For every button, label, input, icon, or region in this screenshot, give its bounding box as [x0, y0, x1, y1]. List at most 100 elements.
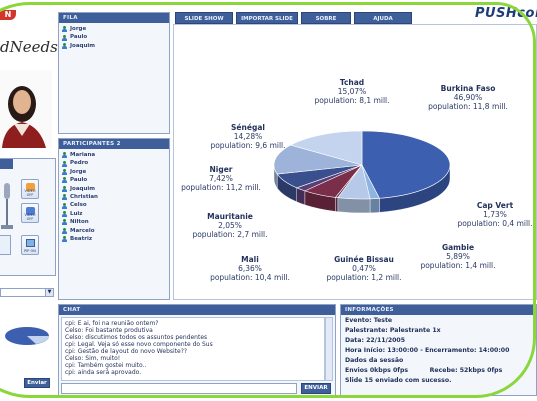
info-date: Data: 22/11/2005 — [345, 337, 406, 344]
user-icon — [62, 194, 67, 201]
fila-user[interactable]: Paulo — [62, 33, 166, 41]
fila-panel: FILA Jorge Paulo Joaquim — [58, 12, 170, 134]
chat-message: Celso: discutimos todos os assuntos pend… — [65, 334, 208, 341]
chat-title: CHAT — [59, 305, 335, 315]
chat-message: cpi: ainda será aprovado. — [65, 369, 142, 376]
fila-user[interactable]: Joaquim — [62, 42, 166, 50]
info-speaker: Palestrante: Palestrante 1x — [345, 327, 441, 334]
participant[interactable]: Paulo — [62, 176, 166, 184]
label-cap-vert: Cap Vert 1,73% population: 0,4 mill. — [452, 201, 537, 228]
tchad-name: Tchad — [339, 78, 365, 87]
user-icon — [62, 168, 67, 175]
user-icon — [62, 202, 67, 209]
info-bandwidth: Envios 0kbps 0fps Recebe: 52kbps 0fps — [345, 367, 503, 374]
label-niger: Niger 7,42% population: 11,2 mill. — [166, 165, 276, 192]
fila-user-name: Jorge — [70, 26, 87, 32]
guinee-bissau-name: Guinée Bissau — [334, 255, 394, 264]
info-status: Slide 15 enviado com sucesso. — [345, 377, 452, 384]
fila-user[interactable]: Jorge — [62, 25, 166, 33]
fila-user-name: Paulo — [70, 34, 88, 41]
participant[interactable]: Mariana — [62, 151, 166, 159]
label-tchad: Tchad 15,07% population: 8,1 mill. — [292, 78, 412, 105]
participant[interactable]: Jorge — [62, 168, 166, 176]
guinee-bissau-population: population: 1,2 mill. — [326, 273, 402, 282]
participant-name: Luiz — [70, 210, 83, 217]
pip-on-button[interactable]: PIP ON — [21, 235, 39, 255]
pip-icon — [26, 239, 35, 247]
video-off-button[interactable]: VIDEO OFF — [21, 179, 39, 199]
user-icon — [62, 236, 67, 243]
mic-icon — [1, 181, 13, 231]
niger-name: Niger — [209, 165, 233, 174]
participant-name: Christian — [70, 193, 98, 200]
send-button-left[interactable]: Enviar — [24, 378, 50, 388]
brand-area: N dNeeds — [0, 0, 58, 150]
left-controls-panel: VIDEO OFF VIDEO OFF PIP ON — [0, 158, 56, 276]
left-select[interactable]: ▼ — [0, 288, 54, 297]
participant-name: Jorge — [70, 168, 87, 175]
participant[interactable]: Pedro — [62, 159, 166, 167]
participant[interactable]: Nilton — [62, 218, 166, 226]
app-window: N dNeeds VIDEO OFF VIDEO OFF PIP ON ▼ En… — [0, 0, 537, 401]
left-controls-header — [0, 159, 13, 169]
participantes-panel: PARTICIPANTES 2 Mariana Pedro Jorge Paul… — [58, 138, 170, 300]
info-session-data: Dados da sessão — [345, 357, 404, 364]
pie-side-guin-e-bissau — [335, 197, 339, 212]
label-burkina-faso: Burkina Faso 46,90% population: 11,8 mil… — [408, 84, 528, 111]
chat-message: Celso: Foi bastante produtiva — [65, 327, 153, 334]
participant[interactable]: Luiz — [62, 210, 166, 218]
user-icon — [62, 185, 67, 192]
tab-sobre[interactable]: SOBRE — [301, 12, 351, 24]
senegal-percent: 14,28% — [233, 132, 263, 141]
user-icon — [62, 26, 67, 33]
gambie-name: Gambie — [441, 243, 475, 252]
label-guinee-bissau: Guinée Bissau 0,47% population: 1,2 mill… — [304, 255, 424, 282]
participant[interactable]: Celso — [62, 201, 166, 209]
user-icon — [62, 34, 67, 41]
participant-name: Nilton — [70, 219, 89, 226]
participantes-title: PARTICIPANTES 2 — [59, 139, 169, 149]
participant[interactable]: Beatriz — [62, 235, 166, 243]
participantes-count: 2 — [116, 141, 121, 147]
slide-panel: Tchad 15,07% population: 8,1 mill. Burki… — [173, 24, 537, 300]
tab-slide-show[interactable]: SLIDE SHOW — [175, 12, 233, 24]
user-icon — [62, 210, 67, 217]
mauritanie-percent: 2,05% — [218, 221, 242, 230]
user-icon — [62, 219, 67, 226]
pip-on-label: PIP ON — [24, 249, 36, 253]
tab-ajuda[interactable]: AJUDA — [354, 12, 412, 24]
label-mali: Mali 6,36% population: 10,4 mill. — [200, 255, 300, 282]
video-off-label: VIDEO OFF — [24, 189, 36, 197]
video-off-label-2: VIDEO OFF — [24, 213, 36, 221]
pie-side-gambie — [337, 197, 371, 214]
info-panel: INFORMAÇÕES Evento: Teste Palestrante: P… — [340, 304, 537, 396]
participant-name: Marcelo — [70, 227, 95, 234]
cap-vert-percent: 1,73% — [483, 210, 507, 219]
participantes-list: Mariana Pedro Jorge Paulo Joaquim Christ… — [59, 149, 169, 245]
participant[interactable]: Joaquim — [62, 185, 166, 193]
participant-name: Beatriz — [70, 235, 93, 242]
chat-message: cpi: Também gostei muito.. — [65, 362, 147, 369]
gambie-percent: 5,89% — [446, 252, 470, 261]
chat-input[interactable] — [61, 383, 297, 394]
user-icon — [62, 160, 67, 167]
info-event: Evento: Teste — [345, 317, 393, 324]
tab-importar-slide[interactable]: IMPORTAR SLIDE — [236, 12, 298, 24]
info-title: INFORMAÇÕES — [341, 305, 536, 315]
chat-scrollbar[interactable] — [325, 317, 333, 381]
participant[interactable]: Marcelo — [62, 227, 166, 235]
burkina-faso-name: Burkina Faso — [440, 84, 496, 93]
pie-side-cap-vert — [369, 198, 380, 214]
chat-message: cpi: E ai, foi na reunião ontem? — [65, 320, 159, 327]
burkina-faso-percent: 46,90% — [453, 93, 483, 102]
niger-population: population: 11,2 mill. — [181, 183, 261, 192]
grid-icon[interactable] — [0, 235, 11, 255]
chat-send-button[interactable]: ENVIAR — [301, 383, 331, 394]
participant[interactable]: Christian — [62, 193, 166, 201]
video-off-button-2[interactable]: VIDEO OFF — [21, 203, 39, 223]
brand-badge: N — [0, 10, 16, 20]
fila-list: Jorge Paulo Joaquim — [59, 23, 169, 52]
left-bottom-area: ▼ Enviar — [0, 278, 58, 398]
label-mauritanie: Mauritanie 2,05% population: 2,7 mill. — [180, 212, 280, 239]
info-body: Evento: Teste Palestrante: Palestrante 1… — [341, 315, 536, 387]
